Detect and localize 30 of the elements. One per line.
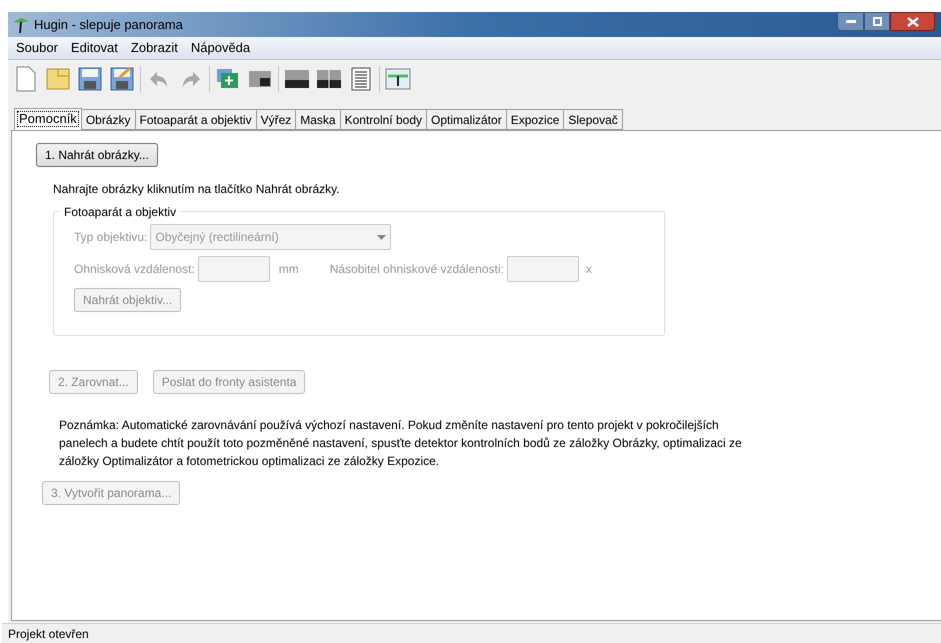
unit-label: mm [278,261,299,278]
note-text: Poznámka: Automatické zarovnávání používá výchozí nastavení. Pokud změníte nastavení pro tento projekt v pokročilejších panelech a budete chtít použít toto pozměněné nastavení, spusťte detektor kontrolních bodů ze záložky Obrázky, optimalizaci ze záložky Optimalizátor a fotometrickou optimalizaci ze záložky Expozice. [59,417,743,470]
window-title: Hugin - slepuje panorama [34,16,183,34]
tab[interactable]: Maska [295,109,341,130]
crop-factor-label: Násobitel ohniskové vzdálenosti: [330,261,504,278]
restore-icon[interactable] [864,12,890,31]
load-images-button[interactable]: 1. Nahrát obrázky... [36,143,158,167]
status-text: Projekt otevřen [8,626,89,642]
lens-type-label: Typ objektivu: [74,229,148,246]
tab[interactable]: Výřez [256,109,296,130]
instruction-text: Nahrajte obrázky kliknutím na tlačítko Nahrát obrázky. [53,181,341,198]
app-logo-icon [11,16,31,34]
dropdown-caret-icon [377,234,386,240]
tab[interactable]: Optimalizátor [426,109,507,130]
menu-item[interactable]: Editovat [70,38,118,58]
minimize-icon[interactable] [837,12,864,31]
close-icon[interactable] [890,12,935,31]
tab[interactable]: Obrázky [80,109,136,130]
menu-item[interactable]: Nápověda [190,38,250,58]
tab[interactable]: Expozice [506,109,564,130]
menu-item[interactable]: Zobrazit [130,38,178,58]
focal-length-label: Ohnisková vzdálenost: [74,261,195,278]
tab[interactable]: Pomocník [14,108,82,130]
tab[interactable]: Kontrolní body [340,109,427,130]
tab[interactable]: Fotoaparát a objektiv [134,109,257,130]
tab[interactable]: Slepovač [563,109,623,130]
save-icon[interactable] [76,65,104,93]
menu-item[interactable]: Soubor [16,38,58,58]
unit-label: x [586,261,592,278]
save-as-icon[interactable] [108,65,136,93]
